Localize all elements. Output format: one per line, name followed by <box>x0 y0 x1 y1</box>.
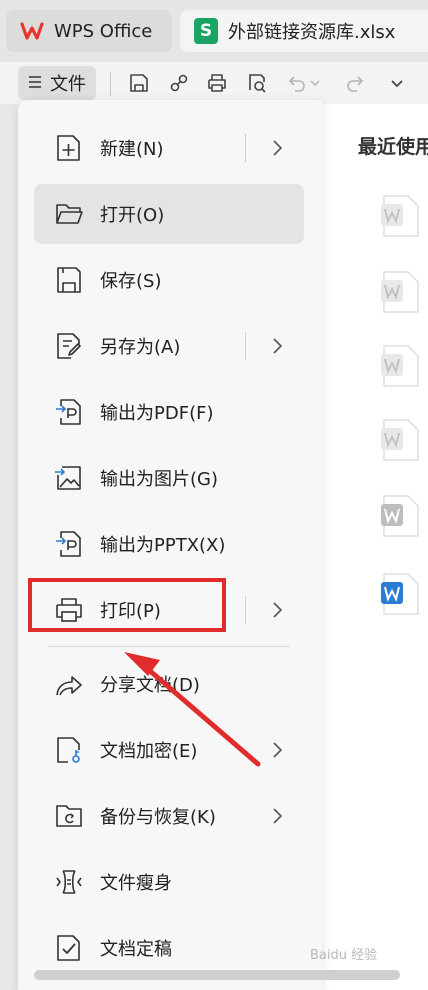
chevron-right-icon[interactable] <box>270 598 284 622</box>
chevron-right-icon[interactable] <box>270 334 284 358</box>
recent-title: 最近使用 <box>358 136 428 158</box>
export-pptx-icon <box>52 527 86 561</box>
menu-item-label: 另存为(A) <box>100 337 181 358</box>
chevron-right-icon[interactable] <box>270 738 284 762</box>
redo-icon[interactable] <box>342 70 368 96</box>
word-doc-icon[interactable] <box>380 270 420 314</box>
menu-item-label: 备份与恢复(K) <box>100 807 216 828</box>
tab-wps-office[interactable]: WPS Office <box>6 10 172 52</box>
print-preview-icon[interactable] <box>244 70 270 96</box>
more-dropdown-icon[interactable] <box>384 70 410 96</box>
chevron-right-icon[interactable] <box>270 804 284 828</box>
spreadsheet-icon: S <box>194 18 218 44</box>
word-doc-icon[interactable] <box>380 494 420 538</box>
menu-item-backup[interactable]: 备份与恢复(K) <box>34 786 304 846</box>
hamburger-icon <box>28 73 42 94</box>
toolbar-divider <box>110 72 111 96</box>
print-icon[interactable] <box>204 70 230 96</box>
menu-item-label: 输出为PPTX(X) <box>100 535 226 556</box>
watermark: Baidu 经验 <box>310 948 378 963</box>
quick-toolbar: 文件 <box>0 62 428 104</box>
file-menu-button[interactable]: 文件 <box>18 66 96 100</box>
menu-item-slim-file[interactable]: 文件瘦身 <box>34 852 304 912</box>
save-icon[interactable] <box>126 70 152 96</box>
menu-item-label: 输出为图片(G) <box>100 469 218 490</box>
word-doc-icon[interactable] <box>380 194 420 238</box>
menu-item-encrypt[interactable]: 文档加密(E) <box>34 720 304 780</box>
new-file-icon <box>52 131 86 165</box>
file-slim-icon <box>52 865 86 899</box>
share-link-icon[interactable] <box>166 70 192 96</box>
menu-item-open[interactable]: 打开(O) <box>34 184 304 244</box>
menu-item-label: 输出为PDF(F) <box>100 403 214 424</box>
wps-logo-icon <box>20 19 44 43</box>
menu-item-new[interactable]: 新建(N) <box>34 118 304 178</box>
menu-item-label: 文件瘦身 <box>100 873 172 894</box>
word-doc-icon[interactable] <box>380 572 420 616</box>
export-pdf-icon <box>52 395 86 429</box>
word-doc-icon[interactable] <box>380 344 420 388</box>
menu-item-finalize[interactable]: 文档定稿 <box>34 918 304 978</box>
save-as-icon <box>52 329 86 363</box>
backup-restore-icon <box>52 799 86 833</box>
menu-item-export-image[interactable]: 输出为图片(G) <box>34 448 304 508</box>
menu-item-export-pptx[interactable]: 输出为PPTX(X) <box>34 514 304 574</box>
chevron-right-icon[interactable] <box>270 136 284 160</box>
share-icon <box>52 667 86 701</box>
menu-item-label: 新建(N) <box>100 139 164 160</box>
recent-files-panel: 最近使用 <box>322 104 428 990</box>
horizontal-scrollbar[interactable] <box>34 970 400 980</box>
tab-spreadsheet-file[interactable]: S 外部链接资源库.xlsx <box>180 10 428 52</box>
menu-item-label: 文档加密(E) <box>100 741 198 762</box>
tab-label: WPS Office <box>54 20 153 42</box>
export-image-icon <box>52 461 86 495</box>
menu-item-label: 打开(O) <box>100 205 165 226</box>
tab-label: 外部链接资源库.xlsx <box>228 22 396 43</box>
submenu-divider <box>245 134 246 162</box>
save-icon <box>52 263 86 297</box>
menu-item-save-as[interactable]: 另存为(A) <box>34 316 304 376</box>
file-menu-label: 文件 <box>50 74 86 95</box>
encrypt-lock-icon <box>52 733 86 767</box>
menu-item-share[interactable]: 分享文档(D) <box>34 654 304 714</box>
undo-dropdown-icon[interactable] <box>306 70 324 96</box>
menu-item-label: 文档定稿 <box>100 939 172 960</box>
menu-divider <box>48 646 290 647</box>
menu-item-label: 保存(S) <box>100 271 162 292</box>
menu-item-export-pdf[interactable]: 输出为PDF(F) <box>34 382 304 442</box>
menu-item-save[interactable]: 保存(S) <box>34 250 304 310</box>
word-doc-icon[interactable] <box>380 418 420 462</box>
title-bar: WPS Office S 外部链接资源库.xlsx <box>0 0 428 62</box>
file-menu-panel: 新建(N) 打开(O) 保存(S) 另存为(A) 输出为PDF(F) 输出为图片 <box>18 100 322 990</box>
submenu-divider <box>245 596 246 624</box>
menu-item-label: 分享文档(D) <box>100 675 200 696</box>
finalize-check-icon <box>52 931 86 965</box>
open-folder-icon <box>52 197 86 231</box>
submenu-divider <box>245 332 246 360</box>
print-highlight-box <box>28 578 226 632</box>
